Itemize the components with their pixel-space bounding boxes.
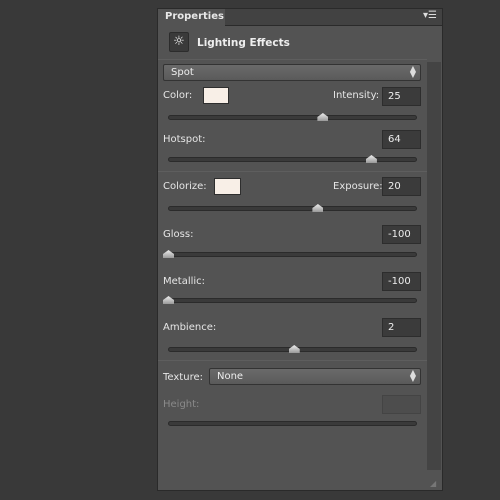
divider bbox=[158, 360, 427, 361]
texture-label: Texture: bbox=[163, 372, 203, 383]
color-label: Color: bbox=[163, 90, 193, 101]
color-swatch[interactable] bbox=[203, 87, 229, 104]
metallic-slider[interactable] bbox=[168, 298, 417, 303]
colorize-label: Colorize: bbox=[163, 181, 207, 192]
colorize-swatch[interactable] bbox=[214, 178, 241, 195]
intensity-slider[interactable] bbox=[168, 115, 417, 120]
hotspot-label: Hotspot: bbox=[163, 134, 206, 145]
gloss-slider[interactable] bbox=[168, 252, 417, 257]
light-type-value: Spot bbox=[171, 67, 194, 78]
metallic-label: Metallic: bbox=[163, 276, 206, 287]
hotspot-input[interactable]: 64 bbox=[382, 130, 421, 149]
height-slider[interactable] bbox=[168, 421, 417, 426]
updown-arrow-icon: ▲ ▼ bbox=[409, 64, 416, 79]
exposure-slider[interactable] bbox=[168, 206, 417, 211]
panel-title: Lighting Effects bbox=[197, 37, 290, 49]
divider bbox=[158, 171, 427, 172]
hotspot-slider[interactable] bbox=[168, 157, 417, 162]
height-input[interactable] bbox=[382, 395, 421, 414]
tab-properties[interactable]: Properties bbox=[158, 9, 225, 26]
ambience-label: Ambience: bbox=[163, 322, 217, 333]
lighting-effects-icon: ☼ bbox=[169, 32, 189, 52]
intensity-input[interactable]: 25 bbox=[382, 87, 421, 106]
panel-menu-icon[interactable]: ▾☰ bbox=[423, 10, 437, 21]
updown-arrow-icon: ▲ ▼ bbox=[409, 368, 416, 383]
texture-value: None bbox=[217, 371, 244, 382]
metallic-input[interactable]: -100 bbox=[382, 272, 421, 291]
resize-grip-icon[interactable]: ◢ bbox=[430, 479, 436, 488]
light-type-select[interactable]: Spot ▲ ▼ bbox=[163, 64, 421, 81]
divider bbox=[158, 59, 427, 60]
exposure-input[interactable]: 20 bbox=[382, 177, 421, 196]
height-label: Height: bbox=[163, 399, 200, 410]
texture-select[interactable]: None ▲ ▼ bbox=[209, 368, 421, 385]
gloss-input[interactable]: -100 bbox=[382, 225, 421, 244]
exposure-label: Exposure: bbox=[333, 181, 383, 192]
intensity-label: Intensity: bbox=[333, 90, 380, 101]
ambience-input[interactable]: 2 bbox=[382, 318, 421, 337]
scrollbar[interactable] bbox=[427, 62, 441, 470]
gloss-label: Gloss: bbox=[163, 229, 194, 240]
